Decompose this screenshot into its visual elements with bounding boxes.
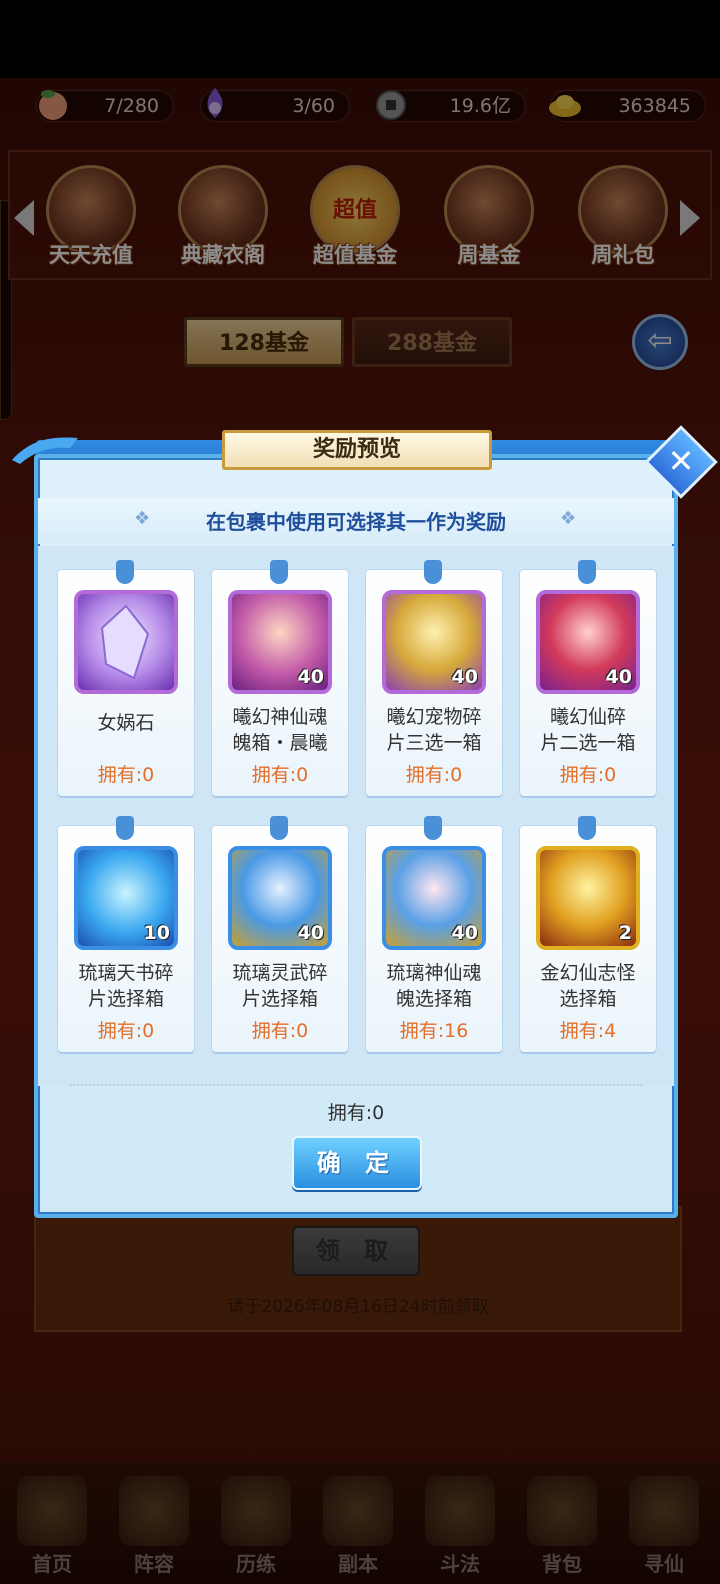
reward-quantity: 40 bbox=[297, 666, 324, 688]
pin-icon bbox=[424, 560, 442, 584]
reward-card[interactable]: 女娲石 拥有:0 bbox=[58, 560, 194, 796]
reward-card[interactable]: 40 曦幻神仙魂 魄箱・晨曦 拥有:0 bbox=[212, 560, 348, 796]
crystal-icon bbox=[74, 590, 178, 694]
reward-name: 曦幻宠物碎 片三选一箱 bbox=[386, 706, 482, 754]
spirit-weapon-chest-icon: 40 bbox=[228, 846, 332, 950]
confirm-button[interactable]: 确 定 bbox=[292, 1136, 422, 1190]
reward-name: 琉璃神仙魂 魄选择箱 bbox=[386, 962, 482, 1010]
reward-quantity: 2 bbox=[618, 922, 632, 944]
reward-card[interactable]: 40 曦幻宠物碎 片三选一箱 拥有:0 bbox=[366, 560, 502, 796]
immortal-fragment-chest-icon: 40 bbox=[536, 590, 640, 694]
reward-quantity: 40 bbox=[297, 922, 324, 944]
reward-card[interactable]: 40 琉璃神仙魂 魄选择箱 拥有:16 bbox=[366, 816, 502, 1052]
reward-name: 曦幻仙碎 片二选一箱 bbox=[540, 706, 636, 754]
reward-owned: 拥有:0 bbox=[559, 764, 617, 786]
pet-fragment-chest-icon: 40 bbox=[382, 590, 486, 694]
reward-owned: 拥有:0 bbox=[405, 764, 463, 786]
reward-card[interactable]: 40 琉璃灵武碎 片选择箱 拥有:0 bbox=[212, 816, 348, 1052]
total-owned-text: 拥有:0 bbox=[327, 1102, 385, 1124]
dialog-subtitle: 在包裹中使用可选择其一作为奖励 bbox=[206, 510, 506, 534]
reward-owned: 拥有:0 bbox=[97, 764, 155, 786]
reward-name: 琉璃天书碎 片选择箱 bbox=[78, 962, 174, 1010]
status-bar bbox=[0, 0, 720, 78]
reward-owned: 拥有:4 bbox=[559, 1020, 617, 1042]
pin-icon bbox=[578, 560, 596, 584]
reward-owned: 拥有:0 bbox=[97, 1020, 155, 1042]
dialog-title: 奖励预览 bbox=[222, 430, 492, 470]
ribbon-decoration-icon bbox=[10, 430, 80, 464]
reward-quantity: 40 bbox=[451, 666, 478, 688]
reward-quantity: 40 bbox=[451, 922, 478, 944]
reward-quantity: 10 bbox=[143, 922, 170, 944]
reward-card[interactable]: 10 琉璃天书碎 片选择箱 拥有:0 bbox=[58, 816, 194, 1052]
pin-icon bbox=[270, 560, 288, 584]
reward-card[interactable]: 2 金幻仙志怪 选择箱 拥有:4 bbox=[520, 816, 656, 1052]
pin-icon bbox=[578, 816, 596, 840]
golden-treasure-chest-icon: 2 bbox=[536, 846, 640, 950]
reward-name: 曦幻神仙魂 魄箱・晨曦 bbox=[232, 706, 328, 754]
reward-name: 琉璃灵武碎 片选择箱 bbox=[232, 962, 328, 1010]
diamond-icon: ❖ bbox=[560, 508, 577, 529]
reward-owned: 拥有:0 bbox=[251, 764, 309, 786]
pin-icon bbox=[424, 816, 442, 840]
reward-name: 金幻仙志怪 选择箱 bbox=[540, 962, 636, 1010]
reward-owned: 拥有:0 bbox=[251, 1020, 309, 1042]
divine-soul-chest-icon: 40 bbox=[382, 846, 486, 950]
divider bbox=[70, 1084, 642, 1086]
pin-icon bbox=[270, 816, 288, 840]
immortal-soul-chest-icon: 40 bbox=[228, 590, 332, 694]
pin-icon bbox=[116, 560, 134, 584]
reward-quantity: 40 bbox=[605, 666, 632, 688]
celestial-book-chest-icon: 10 bbox=[74, 846, 178, 950]
reward-name: 女娲石 bbox=[97, 712, 155, 734]
pin-icon bbox=[116, 816, 134, 840]
reward-card[interactable]: 40 曦幻仙碎 片二选一箱 拥有:0 bbox=[520, 560, 656, 796]
close-icon[interactable]: ✕ bbox=[655, 436, 707, 488]
reward-owned: 拥有:16 bbox=[399, 1020, 469, 1042]
